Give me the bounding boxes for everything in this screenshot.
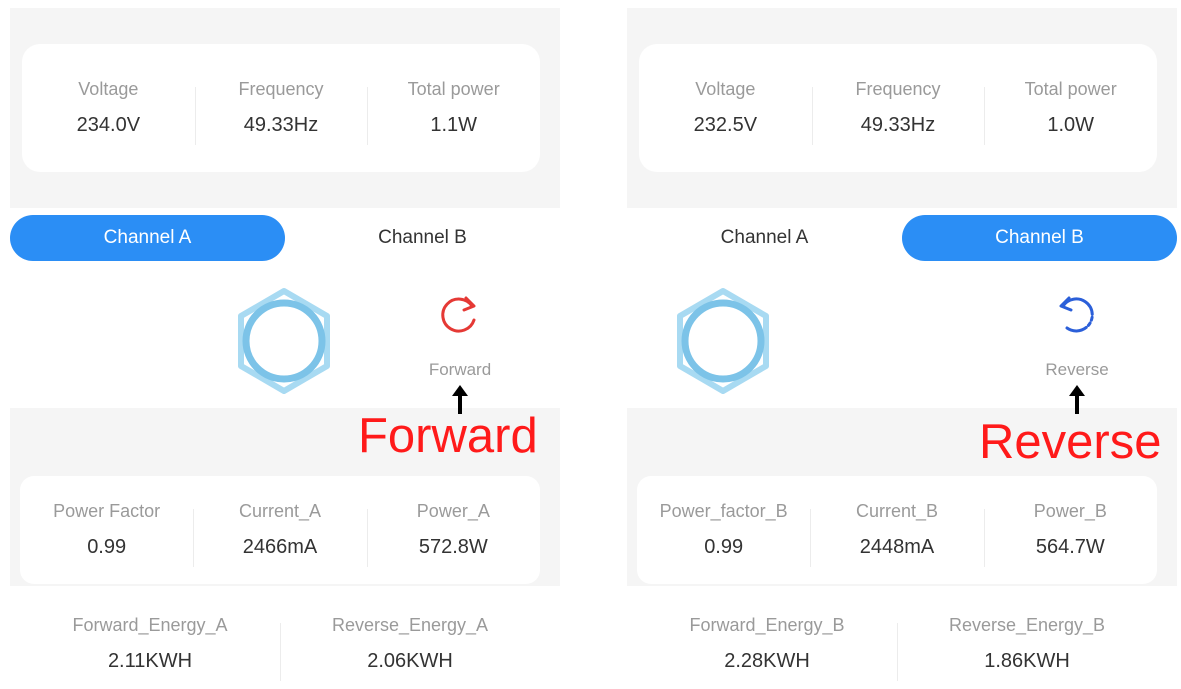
channel-tabs: Channel A Channel B	[627, 215, 1177, 261]
channel-a-panel: Voltage 234.0V Frequency 49.33Hz Total p…	[0, 0, 560, 689]
direction-label: Reverse	[1045, 360, 1109, 379]
voltage-label: Voltage	[695, 79, 756, 99]
frequency-value: 49.33Hz	[860, 114, 936, 136]
total-power-stat: Total power 1.1W	[367, 79, 540, 145]
energy-card: Forward_Energy_B 2.28KWH Reverse_Energy_…	[637, 604, 1157, 684]
current-value: 2466mA	[242, 536, 318, 558]
power-label: Power_A	[416, 501, 490, 521]
rotate-clockwise-icon	[441, 296, 476, 333]
voltage-value: 234.0V	[76, 114, 141, 136]
reverse-energy-value: 1.86KWH	[984, 650, 1070, 672]
reverse-energy-stat: Reverse_Energy_A 2.06KWH	[280, 615, 540, 681]
forward-energy-stat: Forward_Energy_A 2.11KWH	[20, 615, 280, 673]
frequency-label: Frequency	[855, 79, 941, 99]
direction-callout: Forward	[358, 409, 538, 463]
reverse-energy-label: Reverse_Energy_B	[948, 615, 1106, 635]
channel-tabs: Channel A Channel B	[10, 215, 560, 261]
total-power-value: 1.1W	[430, 114, 478, 136]
total-power-label: Total power	[1024, 79, 1117, 99]
reverse-energy-stat: Reverse_Energy_B 1.86KWH	[897, 615, 1157, 681]
power-value: 564.7W	[1035, 536, 1105, 558]
summary-card: Voltage 234.0V Frequency 49.33Hz Total p…	[22, 44, 540, 172]
tab-channel-a[interactable]: Channel A	[10, 215, 285, 261]
total-power-stat: Total power 1.0W	[984, 79, 1157, 145]
power-factor-value: 0.99	[704, 536, 744, 558]
voltage-label: Voltage	[78, 79, 139, 99]
current-label: Current_A	[238, 501, 322, 521]
reverse-energy-value: 2.06KWH	[367, 650, 453, 672]
channel-metrics-card: Power_factor_B 0.99 Current_B 2448mA Pow…	[637, 476, 1157, 584]
frequency-value: 49.33Hz	[243, 114, 319, 136]
frequency-stat: Frequency 49.33Hz	[194, 79, 368, 145]
current-label: Current_B	[855, 501, 939, 521]
current-stat: Current_B 2448mA	[810, 501, 983, 567]
energy-card: Forward_Energy_A 2.11KWH Reverse_Energy_…	[20, 604, 540, 684]
channel-b-panel: Voltage 232.5V Frequency 49.33Hz Total p…	[617, 0, 1177, 689]
tab-channel-a[interactable]: Channel A	[627, 215, 902, 261]
voltage-stat: Voltage 232.5V	[639, 79, 812, 137]
direction-label: Forward	[428, 360, 492, 379]
power-value: 572.8W	[418, 536, 488, 558]
voltage-stat: Voltage 234.0V	[22, 79, 195, 137]
forward-energy-label: Forward_Energy_A	[72, 615, 228, 635]
tab-channel-b[interactable]: Channel B	[902, 215, 1177, 261]
frequency-stat: Frequency 49.33Hz	[811, 79, 985, 145]
tab-channel-b[interactable]: Channel B	[285, 215, 560, 261]
reverse-energy-label: Reverse_Energy_A	[331, 615, 489, 635]
total-power-value: 1.0W	[1047, 114, 1095, 136]
channel-metrics-card: Power Factor 0.99 Current_A 2466mA Power…	[20, 476, 540, 584]
power-factor-stat: Power_factor_B 0.99	[637, 501, 810, 559]
voltage-value: 232.5V	[693, 114, 758, 136]
rotate-counterclockwise-icon	[1059, 296, 1094, 333]
direction-callout: Reverse	[979, 415, 1162, 469]
power-factor-value: 0.99	[87, 536, 127, 558]
power-factor-label: Power Factor	[53, 501, 161, 521]
power-stat: Power_B 564.7W	[983, 501, 1157, 567]
frequency-label: Frequency	[238, 79, 324, 99]
forward-energy-stat: Forward_Energy_B 2.28KWH	[637, 615, 897, 673]
current-stat: Current_A 2466mA	[193, 501, 366, 567]
summary-card: Voltage 232.5V Frequency 49.33Hz Total p…	[639, 44, 1157, 172]
hexagonal-ring-icon	[238, 288, 330, 394]
current-value: 2448mA	[859, 536, 935, 558]
total-power-label: Total power	[407, 79, 500, 99]
forward-energy-label: Forward_Energy_B	[689, 615, 845, 635]
power-stat: Power_A 572.8W	[366, 501, 540, 567]
power-factor-stat: Power Factor 0.99	[20, 501, 193, 559]
forward-energy-value: 2.28KWH	[724, 650, 810, 672]
arrow-up-icon	[1069, 385, 1085, 414]
hexagonal-ring-icon	[677, 288, 769, 394]
power-label: Power_B	[1033, 501, 1107, 521]
forward-energy-value: 2.11KWH	[107, 650, 193, 672]
power-factor-label: Power_factor_B	[659, 501, 788, 521]
